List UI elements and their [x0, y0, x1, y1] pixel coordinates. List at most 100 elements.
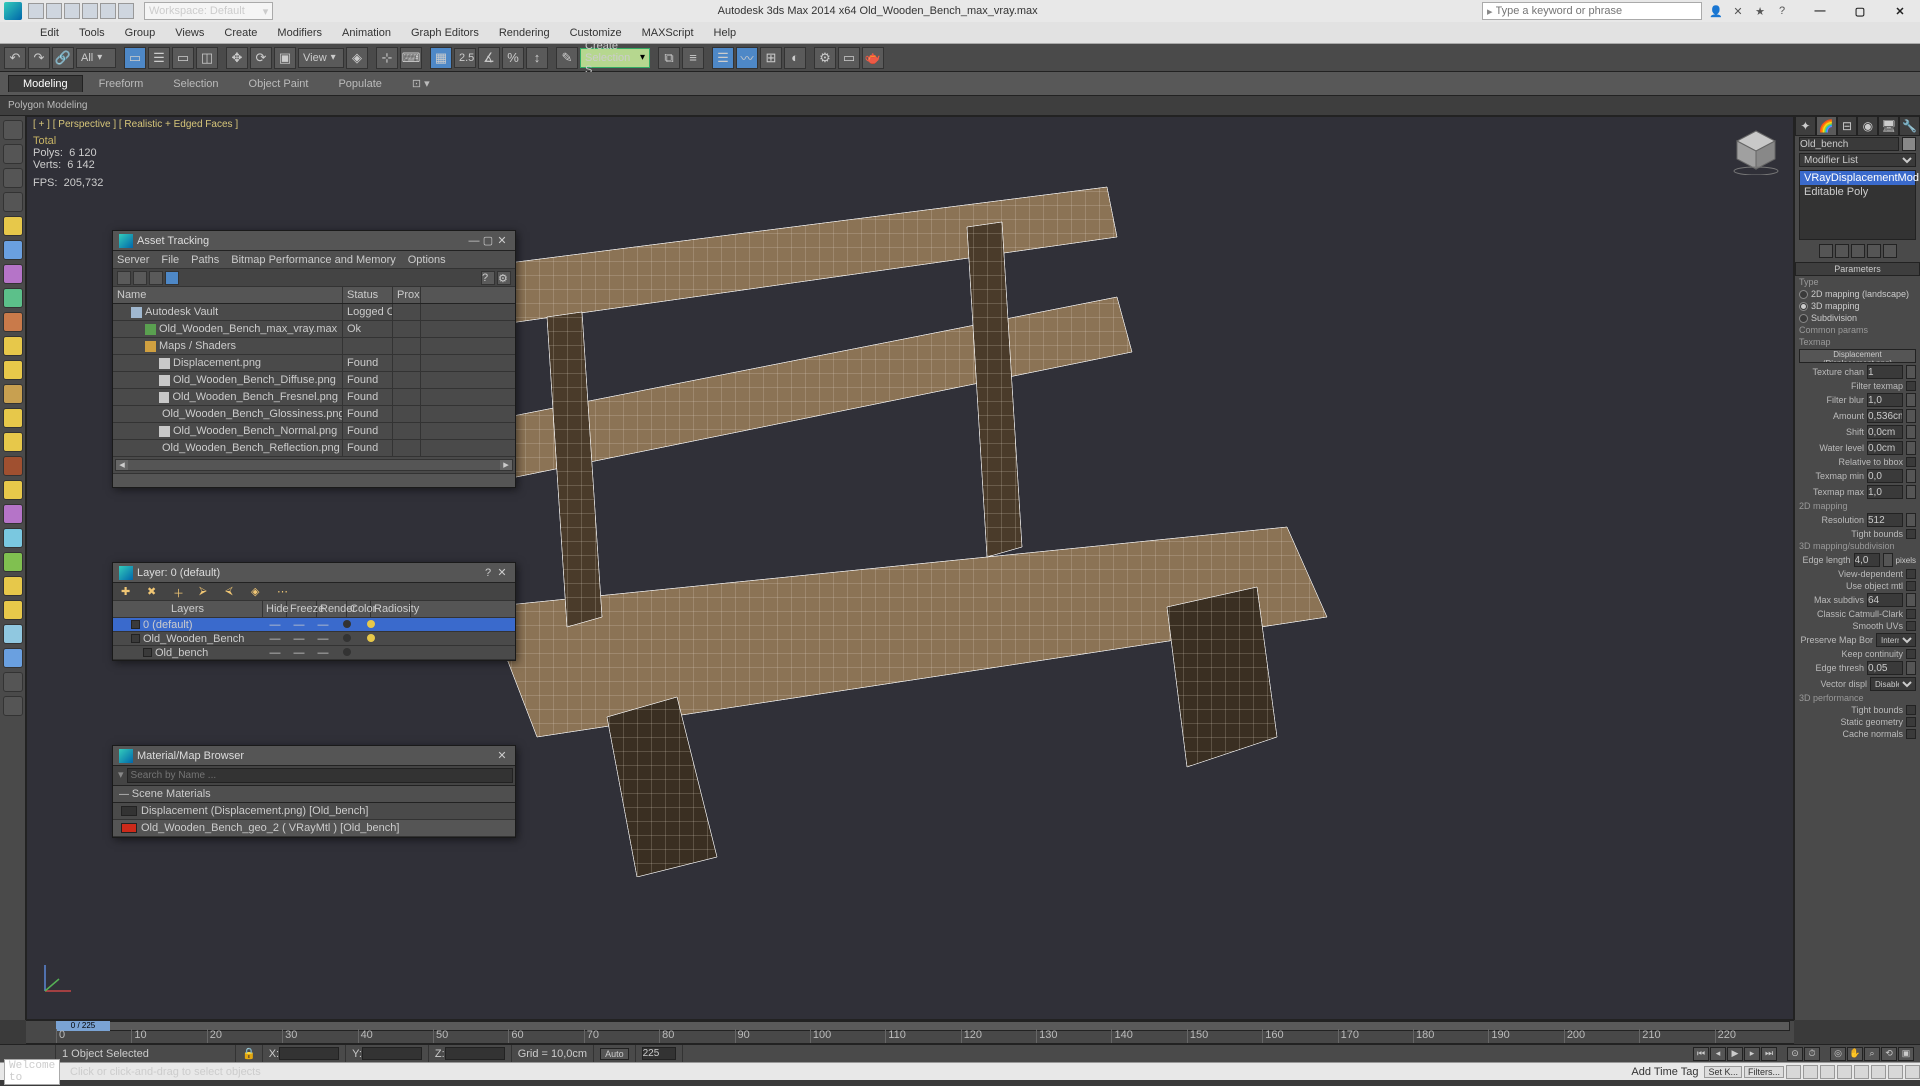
asset-row[interactable]: Maps / Shaders: [113, 338, 515, 355]
keep-cont-check[interactable]: [1906, 649, 1916, 659]
snap-toggle-icon[interactable]: ▦: [430, 47, 452, 69]
angle-snap-icon[interactable]: ∡: [478, 47, 500, 69]
select-rect-icon[interactable]: ▭: [172, 47, 194, 69]
left-tool-23[interactable]: [3, 672, 23, 692]
type-2d-radio[interactable]: [1799, 290, 1808, 299]
at-list-icon[interactable]: [149, 271, 163, 285]
catmull-check[interactable]: [1906, 609, 1916, 619]
qat-redo-icon[interactable]: [100, 3, 116, 19]
render-prod-icon[interactable]: 🫖: [862, 47, 884, 69]
pin-stack-icon[interactable]: [1819, 244, 1833, 258]
layer-toggle-icon[interactable]: [131, 620, 140, 629]
make-unique-icon[interactable]: [1851, 244, 1865, 258]
object-color-swatch[interactable]: [1902, 137, 1916, 151]
bench-mesh[interactable]: [427, 177, 1347, 877]
spinner-icon[interactable]: [1906, 469, 1916, 483]
amount-field[interactable]: [1867, 409, 1903, 423]
menu-help[interactable]: Help: [704, 27, 747, 39]
layer-freeze-toggle[interactable]: —: [287, 619, 311, 631]
left-tool-11[interactable]: [3, 384, 23, 404]
asset-row[interactable]: Old_Wooden_Bench_Fresnel.pngFound: [113, 389, 515, 406]
asset-row[interactable]: Autodesk VaultLogged O…: [113, 304, 515, 321]
panel-minimize-icon[interactable]: —: [467, 235, 481, 247]
app-logo-icon[interactable]: [4, 2, 22, 20]
layer-radiosity-toggle[interactable]: [359, 619, 383, 631]
menu-create[interactable]: Create: [214, 27, 267, 39]
nav-max-icon[interactable]: [1905, 1065, 1920, 1079]
layer-render-toggle[interactable]: —: [311, 633, 335, 645]
layer-render-toggle[interactable]: —: [311, 647, 335, 659]
texture-chan-field[interactable]: [1867, 365, 1903, 379]
tight-bounds-check[interactable]: [1906, 529, 1916, 539]
layer-props-icon[interactable]: ⋯: [277, 585, 291, 599]
spinner-snap-icon[interactable]: ↕: [526, 47, 548, 69]
left-tool-2[interactable]: [3, 168, 23, 188]
workspace-dropdown[interactable]: Workspace: Default▾: [144, 2, 273, 20]
pivot-icon[interactable]: ◈: [346, 47, 368, 69]
scale-icon[interactable]: ▣: [274, 47, 296, 69]
goto-start-icon[interactable]: ⏮: [1693, 1047, 1709, 1061]
use-obj-mtl-check[interactable]: [1906, 581, 1916, 591]
menu-rendering[interactable]: Rendering: [489, 27, 560, 39]
time-config-icon[interactable]: ⏱: [1804, 1047, 1820, 1061]
modifier-stack[interactable]: VRayDisplacementMod Editable Poly: [1799, 170, 1916, 240]
mat-group-header[interactable]: — Scene Materials: [113, 785, 515, 803]
spinner-icon[interactable]: [1883, 553, 1893, 567]
layer-color-swatch[interactable]: [335, 619, 359, 631]
motion-tab-icon[interactable]: ◉: [1857, 116, 1878, 136]
smooth-uvs-check[interactable]: [1906, 621, 1916, 631]
orbit-icon[interactable]: ⟲: [1881, 1047, 1897, 1061]
layer-color-swatch[interactable]: [335, 633, 359, 645]
layer-col-color[interactable]: Color: [347, 601, 371, 617]
resolution-field[interactable]: [1867, 513, 1903, 527]
rotate-icon[interactable]: ⟳: [250, 47, 272, 69]
left-tool-22[interactable]: [3, 648, 23, 668]
ribbon-tab-selection[interactable]: Selection: [159, 76, 232, 92]
layer-row[interactable]: Old_bench———: [113, 646, 515, 660]
ribbon-tab-modeling[interactable]: Modeling: [8, 75, 83, 92]
autokey-button[interactable]: Auto: [600, 1048, 629, 1060]
left-tool-21[interactable]: [3, 624, 23, 644]
left-tool-1[interactable]: [3, 144, 23, 164]
z-field[interactable]: [445, 1047, 505, 1060]
help-search-input[interactable]: [1496, 5, 1697, 17]
left-tool-20[interactable]: [3, 600, 23, 620]
layer-freeze-toggle[interactable]: —: [287, 633, 311, 645]
max-subdivs-field[interactable]: [1867, 593, 1903, 607]
configure-sets-icon[interactable]: [1883, 244, 1897, 258]
left-tool-5[interactable]: [3, 240, 23, 260]
favorites-icon[interactable]: ★: [1752, 3, 1768, 19]
menu-maxscript[interactable]: MAXScript: [632, 27, 704, 39]
layer-col-radiosity[interactable]: Radiosity: [371, 601, 411, 617]
qat-undo-icon[interactable]: [82, 3, 98, 19]
layer-freeze-toggle[interactable]: —: [287, 647, 311, 659]
nav-fov-icon[interactable]: [1820, 1065, 1835, 1079]
rendered-frame-icon[interactable]: ▭: [838, 47, 860, 69]
help-icon[interactable]: ?: [1774, 3, 1790, 19]
preserve-map-dropdown[interactable]: Internal: [1876, 633, 1916, 647]
percent-snap-icon[interactable]: %: [502, 47, 524, 69]
at-menu-bitmap[interactable]: Bitmap Performance and Memory: [231, 254, 395, 266]
panel-close-icon[interactable]: ✕: [495, 234, 509, 247]
menu-tools[interactable]: Tools: [69, 27, 115, 39]
edge-length-field[interactable]: [1854, 553, 1880, 567]
ribbon-tab-object-paint[interactable]: Object Paint: [235, 76, 323, 92]
menu-customize[interactable]: Customize: [560, 27, 632, 39]
minimize-button[interactable]: —: [1800, 0, 1840, 22]
spinner-icon[interactable]: [1906, 365, 1916, 379]
asset-row[interactable]: Old_Wooden_Bench_max_vray.maxOk: [113, 321, 515, 338]
col-proxy[interactable]: Prox: [393, 287, 421, 303]
material-editor-icon[interactable]: ◐: [784, 47, 806, 69]
left-tool-13[interactable]: [3, 432, 23, 452]
layer-select-icon[interactable]: ⮚: [199, 585, 213, 599]
menu-modifiers[interactable]: Modifiers: [267, 27, 332, 39]
material-item[interactable]: Displacement (Displacement.png) [Old_ben…: [113, 803, 515, 820]
texmap-min-field[interactable]: [1867, 469, 1903, 483]
create-tab-icon[interactable]: ✦: [1795, 116, 1816, 136]
menu-edit[interactable]: Edit: [30, 27, 69, 39]
left-tool-6[interactable]: [3, 264, 23, 284]
ref-coord-dropdown[interactable]: View▾: [298, 48, 344, 68]
layer-col-hide[interactable]: Hide: [263, 601, 287, 617]
nav-walk-icon[interactable]: [1871, 1065, 1886, 1079]
layer-new-icon[interactable]: ✚: [121, 585, 135, 599]
